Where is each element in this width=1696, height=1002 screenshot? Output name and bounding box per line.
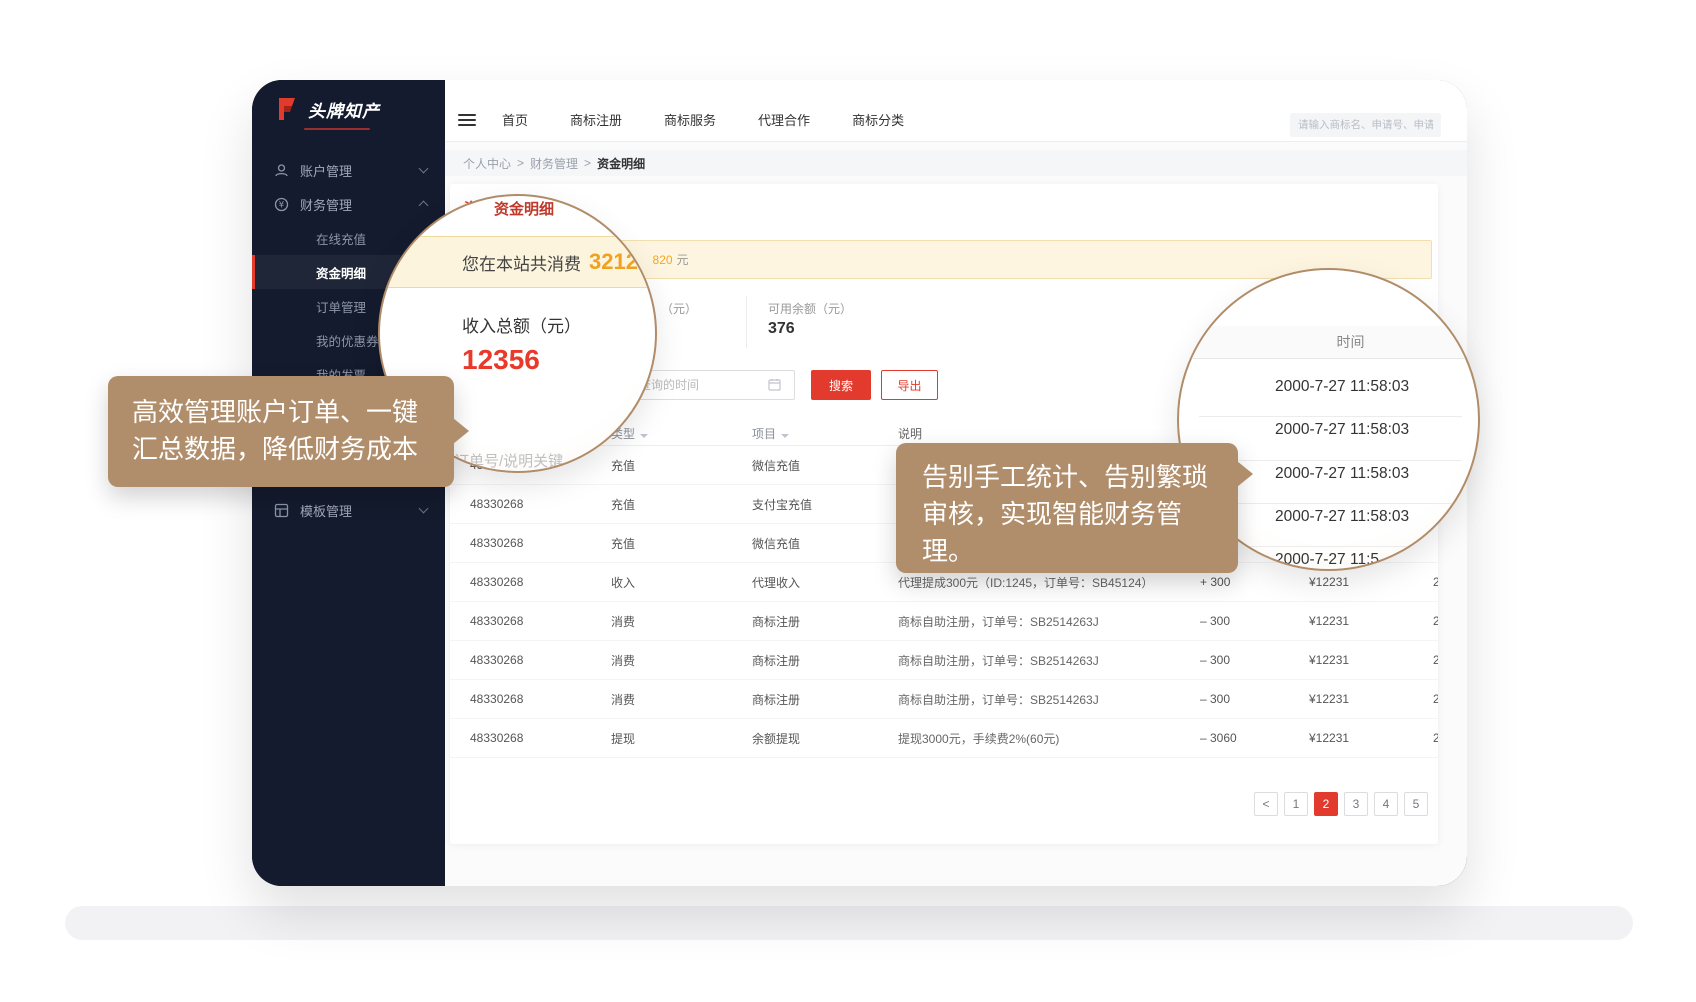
callout-text: 高效管理账户订单、一键汇总数据，降低财务成本	[132, 397, 418, 464]
sidebar-item-label: 订单管理	[316, 297, 366, 316]
page-button-active[interactable]: 2	[1314, 792, 1338, 816]
magnified-time: 2000-7-27 11:58:03	[1275, 378, 1480, 396]
magnified-banner: 您在本站共消费 32124	[378, 236, 657, 288]
stat-expense-label: （元）	[661, 300, 697, 317]
breadcrumb-current: 资金明细	[597, 155, 645, 172]
sidebar-item-label: 在线充值	[316, 229, 366, 248]
breadcrumb: 个人中心 > 财务管理 > 资金明细	[445, 150, 1467, 176]
logo: 头牌知产	[274, 96, 380, 122]
stat-divider	[746, 296, 747, 348]
chevron-down-icon	[419, 504, 429, 514]
nav-trademark-category[interactable]: 商标分类	[852, 110, 904, 129]
sidebar-item-templates[interactable]: 模板管理	[252, 493, 445, 527]
stage: 头牌知产 账户管理 ¥ 财务管理	[0, 0, 1696, 1002]
sidebar-item-label: 财务管理	[300, 195, 352, 214]
breadcrumb-separator: >	[517, 156, 524, 170]
hamburger-menu-icon[interactable]	[458, 111, 476, 129]
pagination: < 1 2 3 4 5	[450, 792, 1428, 816]
nav-links: 首页 商标注册 商标服务 代理合作 商标分类	[502, 110, 946, 129]
sidebar-item-label: 资金明细	[316, 263, 366, 282]
callout-finance-efficiency: 高效管理账户订单、一键汇总数据，降低财务成本	[108, 376, 454, 487]
col-project-header[interactable]: 项目	[752, 425, 898, 442]
table-row[interactable]: 48330268提现余额提现提现3000元，手续费2%(60元)– 3060¥1…	[450, 719, 1438, 758]
row-divider	[1199, 546, 1462, 547]
page-button[interactable]: 3	[1344, 792, 1368, 816]
chevron-down-icon	[419, 164, 429, 174]
nav-agent-cooperation[interactable]: 代理合作	[758, 110, 810, 129]
magnified-time-header: 时间	[1179, 326, 1480, 359]
logo-subline	[304, 128, 370, 130]
sidebar-item-label: 我的优惠券	[316, 331, 379, 350]
breadcrumb-item[interactable]: 个人中心	[463, 155, 511, 172]
laptop-base	[65, 906, 1633, 940]
sidebar-item-account[interactable]: 账户管理	[252, 153, 445, 187]
page-button[interactable]: 4	[1374, 792, 1398, 816]
search-button[interactable]: 搜索	[811, 370, 871, 400]
top-navbar: 首页 商标注册 商标服务 代理合作 商标分类	[445, 80, 1467, 142]
row-divider	[1199, 416, 1462, 417]
row-divider	[1199, 503, 1462, 504]
breadcrumb-item[interactable]: 财务管理	[530, 155, 578, 172]
magnified-banner-prefix: 您在本站共消费	[462, 250, 581, 275]
table-row[interactable]: 48330268消费商标注册商标自助注册，订单号：SB2514263J– 300…	[450, 602, 1438, 641]
callout-arrow-icon	[453, 418, 469, 444]
callout-smart-finance: 告别手工统计、告别繁琐审核，实现智能财务管理。	[896, 443, 1238, 573]
magnified-input-placeholder: 订单号/说明关键	[454, 450, 563, 471]
magnified-stat-label: 收入总额（元）	[462, 312, 581, 337]
sidebar-item-label: 模板管理	[300, 501, 352, 520]
table-row[interactable]: 48330268消费商标注册商标自助注册，订单号：SB2514263J– 300…	[450, 680, 1438, 719]
magnified-tab-fragment: 资金明细	[494, 198, 554, 219]
nav-home[interactable]: 首页	[502, 110, 528, 129]
magnified-time: 2000-7-27 11:58:03	[1275, 465, 1480, 483]
magnified-time: 2000-7-27 11:58:03	[1275, 508, 1480, 526]
page-button[interactable]: 1	[1284, 792, 1308, 816]
magnified-time: 2000-7-27 11:58:03	[1275, 421, 1480, 439]
banner-unit: 元	[677, 251, 689, 268]
page-button[interactable]: 5	[1404, 792, 1428, 816]
logo-text: 头牌知产	[308, 97, 380, 122]
search-input[interactable]	[1290, 113, 1441, 137]
breadcrumb-separator: >	[584, 156, 591, 170]
user-icon	[274, 163, 290, 178]
sort-caret-icon	[640, 434, 648, 438]
table-row[interactable]: 48330268消费商标注册商标自助注册，订单号：SB2514263J– 300…	[450, 641, 1438, 680]
magnified-time-partial: 2000-7-27 11:5	[1275, 551, 1480, 569]
nav-trademark-service[interactable]: 商标服务	[664, 110, 716, 129]
sidebar-item-finance[interactable]: ¥ 财务管理	[252, 187, 445, 221]
chevron-up-icon	[419, 201, 429, 211]
callout-arrow-icon	[1237, 461, 1253, 487]
banner-amount-small: 820	[653, 253, 673, 267]
stat-balance-label: 可用余额（元）	[768, 300, 852, 317]
sort-caret-icon	[781, 434, 789, 438]
col-desc-header: 说明	[898, 425, 1200, 442]
finance-icon: ¥	[274, 197, 290, 212]
template-icon	[274, 503, 290, 518]
logo-icon	[274, 96, 300, 122]
calendar-icon	[768, 378, 781, 396]
export-button[interactable]: 导出	[881, 370, 938, 400]
sidebar-item-label: 账户管理	[300, 161, 352, 180]
stat-balance-value: 376	[768, 320, 795, 338]
col-type-header[interactable]: 类型	[611, 425, 752, 442]
svg-text:¥: ¥	[279, 200, 285, 210]
magnified-banner-amount: 32124	[589, 249, 650, 275]
magnified-stat-value: 12356	[462, 344, 540, 376]
callout-text: 告别手工统计、告别繁琐审核，实现智能财务管理。	[922, 462, 1208, 566]
page-prev-button[interactable]: <	[1254, 792, 1278, 816]
nav-trademark-register[interactable]: 商标注册	[570, 110, 622, 129]
